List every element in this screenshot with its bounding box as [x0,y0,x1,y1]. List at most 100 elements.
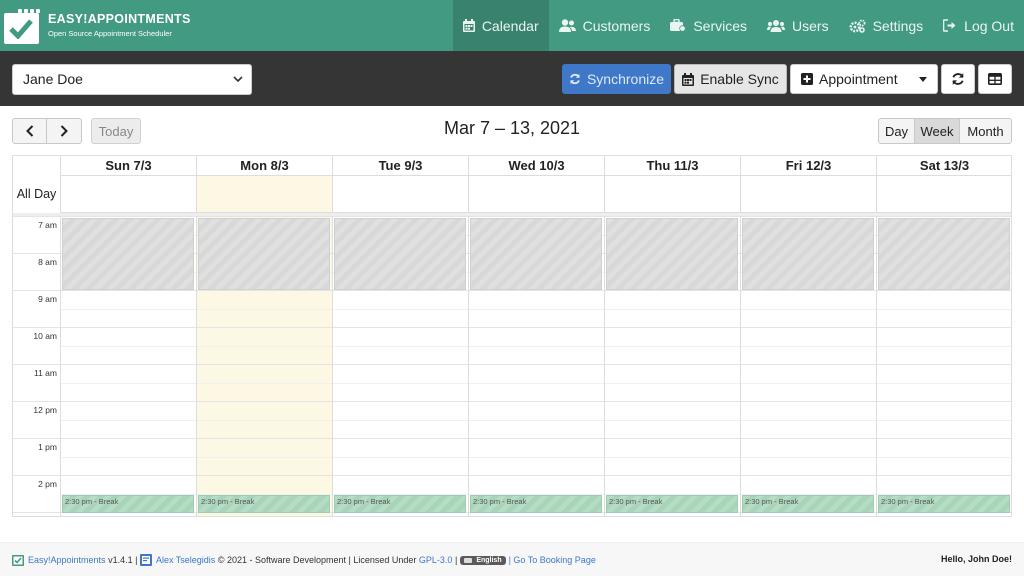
table-icon [988,73,1002,85]
chevron-down-icon [233,76,243,83]
time-slot-line [13,327,1011,328]
enable-sync-label: Enable Sync [700,71,779,87]
all-day-cell[interactable] [468,175,604,213]
time-label: 12 pm [33,405,57,415]
nav-customers-label: Customers [582,17,651,34]
footer: Easy!Appointments v1.4.1 | Alex Tselegid… [0,542,1024,576]
unavailable-block[interactable] [62,218,194,290]
language-selector[interactable]: English [460,555,506,565]
app-version: v1.4.1 | [108,555,138,565]
day-column-line [196,216,197,516]
time-slot-line [13,216,1011,217]
view-day-button[interactable]: Day [878,118,915,144]
app-header: EASY!APPOINTMENTS Open Source Appointmen… [0,0,1024,51]
brand[interactable]: EASY!APPOINTMENTS Open Source Appointmen… [4,6,191,44]
briefcase-icon [670,19,687,32]
author-icon [139,554,152,566]
day-header[interactable]: Thu 11/3 [604,156,740,175]
day-header[interactable]: Sat 13/3 [876,156,1011,175]
time-label: 7 am [38,220,57,230]
unavailable-block[interactable] [606,218,738,290]
break-event[interactable]: 2:30 pm - Break [470,495,602,513]
enable-sync-button[interactable]: Enable Sync [674,64,787,94]
users-icon [558,19,576,32]
break-event[interactable]: 2:30 pm - Break [334,495,466,513]
break-event[interactable]: 2:30 pm - Break [62,495,194,513]
all-day-cell[interactable] [196,175,332,213]
nav-customers[interactable]: Customers [549,0,661,51]
add-appointment-button[interactable]: Appointment [790,64,938,94]
reload-button[interactable] [941,64,975,94]
plus-square-icon [801,73,813,85]
unavailable-block[interactable] [470,218,602,290]
all-day-cell[interactable] [740,175,876,213]
all-day-cell[interactable] [604,175,740,213]
day-column-line [60,216,61,516]
cogs-icon [849,19,866,33]
sync-icon [570,73,580,85]
sign-out-icon [943,19,956,32]
user-group-icon [767,20,786,32]
keyboard-icon [464,557,473,563]
brand-title: EASY!APPOINTMENTS [48,12,191,26]
time-slot-line [60,457,1011,458]
unavailable-block[interactable] [334,218,466,290]
break-event[interactable]: 2:30 pm - Break [878,495,1010,513]
time-slot-line [60,309,1011,310]
nav-calendar[interactable]: Calendar [452,0,549,51]
time-slot-line [60,420,1011,421]
day-column-line [740,216,741,516]
reload-icon [952,73,964,85]
day-header[interactable]: Mon 8/3 [196,156,332,175]
provider-select[interactable]: Jane Doe [12,64,252,95]
nav-users[interactable]: Users [757,0,839,51]
all-day-cell[interactable] [60,175,196,213]
day-column-line [332,216,333,516]
time-label: 9 am [38,294,57,304]
caret-down-icon [919,77,927,82]
footer-separator: | [454,555,458,565]
table-view-button[interactable] [978,64,1012,94]
day-column-line [604,216,605,516]
app-link[interactable]: Easy!Appointments [28,555,106,565]
author-link[interactable]: Alex Tselegidis [156,555,215,565]
calendar-icon [682,72,695,86]
calendar-title: Mar 7 – 13, 2021 [443,118,581,138]
unavailable-block[interactable] [198,218,330,290]
view-week-button[interactable]: Week [915,118,960,144]
break-event[interactable]: 2:30 pm - Break [742,495,874,513]
copyright-text: © 2021 - Software Development | Licensed… [217,555,417,565]
all-day-cell[interactable] [876,175,1011,213]
time-label: 10 am [33,331,57,341]
day-header[interactable]: Fri 12/3 [740,156,876,175]
time-slot-line [60,383,1011,384]
all-day-cell[interactable] [332,175,468,213]
nav-settings-label: Settings [872,17,924,34]
booking-page-link[interactable]: | Go To Booking Page [509,555,596,565]
appointment-label: Appointment [819,71,898,87]
break-event[interactable]: 2:30 pm - Break [198,495,330,513]
calendar-toolbar: Jane Doe Synchronize Enable Sync Appoint… [0,51,1024,106]
synchronize-button[interactable]: Synchronize [562,64,671,94]
day-header[interactable]: Sun 7/3 [60,156,196,175]
nav-settings[interactable]: Settings [839,0,934,51]
unavailable-block[interactable] [878,218,1010,290]
synchronize-label: Synchronize [586,71,665,87]
nav-services[interactable]: Services [660,0,757,51]
day-column-line [468,216,469,516]
nav-logout[interactable]: Log Out [933,0,1024,51]
view-switcher: Day Week Month [878,118,1012,144]
day-column-line [876,216,877,516]
main-nav: Calendar Customers Services Users Settin… [452,0,1024,51]
time-slot-line [13,290,1011,291]
time-slot-line [60,346,1011,347]
unavailable-block[interactable] [742,218,874,290]
day-header[interactable]: Tue 9/3 [332,156,468,175]
view-month-button[interactable]: Month [960,118,1012,144]
time-label: 2 pm [38,479,57,489]
provider-select-value: Jane Doe [23,71,83,87]
break-event[interactable]: 2:30 pm - Break [606,495,738,513]
time-label: 8 am [38,257,57,267]
license-link[interactable]: GPL-3.0 [419,555,453,565]
day-header[interactable]: Wed 10/3 [468,156,604,175]
